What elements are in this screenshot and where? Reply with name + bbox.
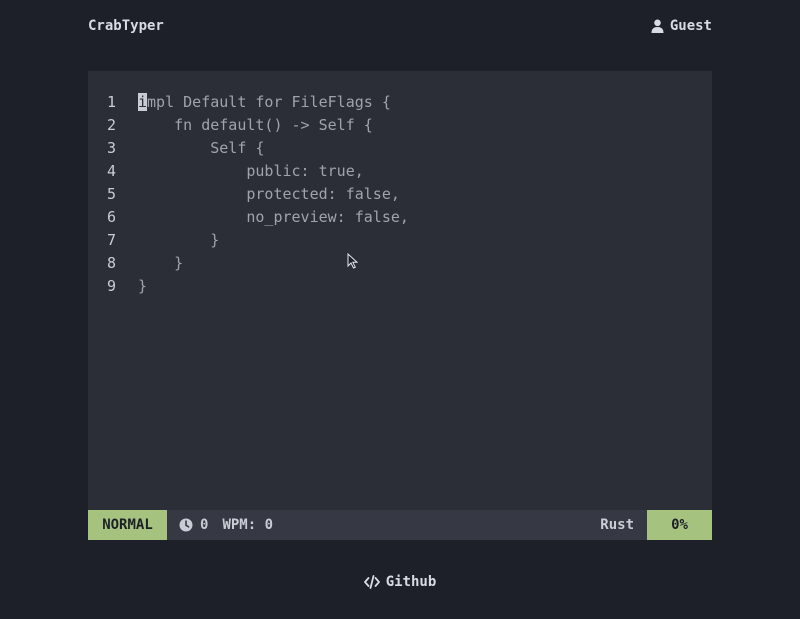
line-number: 2 [106, 116, 116, 134]
line-number: 4 [106, 162, 116, 180]
code-line: 1 impl Default for FileFlags { [88, 91, 409, 114]
code-lines: 1 impl Default for FileFlags { 2 fn defa… [88, 91, 409, 298]
line-text: public: true, [138, 162, 364, 180]
code-line: 3 Self { [88, 137, 409, 160]
footer: Github [0, 574, 800, 590]
header: CrabTyper Guest [0, 0, 800, 56]
wpm-counter: WPM: 0 [222, 517, 274, 533]
line-number: 5 [106, 185, 116, 203]
progress-indicator: 0% [647, 510, 712, 540]
code-editor[interactable]: 1 impl Default for FileFlags { 2 fn defa… [88, 71, 712, 510]
line-number: 8 [106, 254, 116, 272]
timer-value: 0 [200, 517, 209, 533]
github-label: Github [385, 574, 437, 590]
line-text: } [138, 254, 184, 272]
app-logo-title[interactable]: CrabTyper [88, 18, 164, 34]
line-text: protected: false, [138, 185, 400, 203]
line-number: 3 [106, 139, 116, 157]
line-number: 1 [106, 93, 116, 111]
user-name: Guest [669, 18, 712, 34]
code-line: 5 protected: false, [88, 183, 409, 206]
line-text: no_preview: false, [138, 208, 409, 226]
mouse-pointer-icon [347, 253, 358, 269]
status-bar: NORMAL 0 WPM: 0 Rust 0% [88, 510, 712, 540]
timer: 0 [179, 517, 208, 533]
code-line: 7 } [88, 229, 409, 252]
user-icon [651, 19, 664, 33]
clock-icon [179, 518, 193, 532]
code-line: 4 public: true, [88, 160, 409, 183]
line-number: 7 [106, 231, 116, 249]
line-text: Self { [138, 139, 265, 157]
github-link[interactable]: Github [363, 574, 437, 590]
line-text: impl Default for FileFlags { [138, 91, 391, 114]
line-text: fn default() -> Self { [138, 116, 373, 134]
line-number: 9 [106, 277, 116, 295]
line-number: 6 [106, 208, 116, 226]
code-line: 2 fn default() -> Self { [88, 114, 409, 137]
line-text: } [138, 277, 148, 295]
code-line: 9 } [88, 275, 409, 298]
code-line: 6 no_preview: false, [88, 206, 409, 229]
line-text-rest: mpl Default for FileFlags { [147, 93, 391, 111]
line-text: } [138, 231, 220, 249]
text-cursor: i [138, 93, 148, 111]
code-line: 8 } [88, 252, 409, 275]
mode-indicator: NORMAL [88, 510, 167, 540]
user-menu[interactable]: Guest [651, 18, 712, 34]
language-selector[interactable]: Rust [600, 517, 634, 533]
code-icon [363, 575, 380, 589]
